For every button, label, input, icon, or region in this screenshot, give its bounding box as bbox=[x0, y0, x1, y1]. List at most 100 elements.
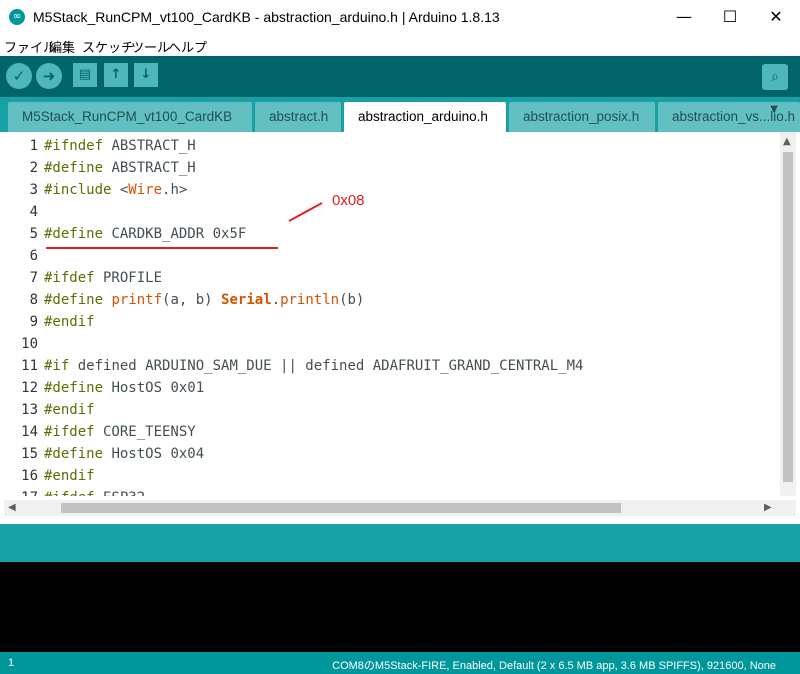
upload-button[interactable]: ➜ bbox=[36, 63, 62, 89]
code-token: defined ARDUINO_SAM_DUE || defined ADAFR… bbox=[69, 358, 584, 374]
code-token: ABSTRACT_H bbox=[103, 138, 196, 154]
code-token: #ifndef bbox=[44, 138, 104, 154]
maximize-button[interactable]: ☐ bbox=[707, 0, 753, 34]
menu-edit[interactable]: 編集 bbox=[49, 37, 75, 56]
code-token: ESP32 bbox=[95, 490, 145, 496]
title-bar: ∞ M5Stack_RunCPM_vt100_CardKB - abstract… bbox=[0, 0, 800, 34]
line-number: 6 bbox=[29, 248, 38, 264]
line-number: 10 bbox=[21, 336, 38, 352]
code-token: println bbox=[280, 292, 340, 308]
line-number: 14 bbox=[21, 424, 38, 440]
line-number: 7 bbox=[29, 270, 38, 286]
minimize-button[interactable]: — bbox=[661, 0, 707, 34]
code-token: (a, b) bbox=[162, 292, 222, 308]
board-info: COM8のM5Stack-FIRE, Enabled, Default (2 x… bbox=[332, 660, 776, 672]
code-token: #define bbox=[44, 292, 104, 308]
code-line[interactable]: #define HostOS 0x04 bbox=[44, 443, 204, 465]
code-line[interactable]: #ifdef PROFILE bbox=[44, 267, 162, 289]
tab-abstraction-vstudio-h[interactable]: abstraction_vs...lio.h bbox=[658, 102, 800, 132]
horizontal-scroll-thumb[interactable] bbox=[61, 503, 621, 513]
code-line[interactable]: #ifndef ABSTRACT_H bbox=[44, 135, 196, 157]
code-token: #define bbox=[44, 226, 104, 242]
code-line[interactable]: #endif bbox=[44, 399, 95, 421]
window-title: M5Stack_RunCPM_vt100_CardKB - abstractio… bbox=[33, 9, 500, 25]
code-token: HostOS 0x01 bbox=[103, 380, 205, 396]
code-token: .h> bbox=[162, 182, 188, 198]
code-token: < bbox=[111, 182, 129, 198]
code-line[interactable]: #ifdef ESP32 bbox=[44, 487, 145, 496]
line-number: 8 bbox=[29, 292, 38, 308]
open-sketch-button[interactable]: ↑ bbox=[104, 63, 128, 87]
code-token: #ifdef bbox=[44, 490, 95, 496]
console-output bbox=[0, 562, 800, 652]
scroll-right-icon[interactable]: ▶ bbox=[764, 502, 772, 513]
arduino-logo-icon: ∞ bbox=[9, 9, 25, 25]
menu-tools[interactable]: ツール bbox=[131, 37, 170, 56]
tab-sketch-main[interactable]: M5Stack_RunCPM_vt100_CardKB bbox=[8, 102, 252, 132]
code-token: #define bbox=[44, 160, 104, 176]
code-token: #include bbox=[44, 182, 112, 198]
message-area bbox=[0, 524, 800, 562]
code-line[interactable]: #define ABSTRACT_H bbox=[44, 157, 196, 179]
line-number: 3 bbox=[29, 182, 38, 198]
line-number: 16 bbox=[21, 468, 38, 484]
line-number: 5 bbox=[29, 226, 38, 242]
line-number: 15 bbox=[21, 446, 38, 462]
code-token: CARDKB_ADDR 0x5F bbox=[103, 226, 247, 242]
code-token: #if bbox=[44, 358, 70, 374]
tab-abstraction-posix-h[interactable]: abstraction_posix.h bbox=[509, 102, 655, 132]
code-line[interactable]: #endif bbox=[44, 311, 95, 333]
code-line[interactable]: #define CARDKB_ADDR 0x5F bbox=[44, 223, 246, 245]
code-token: . bbox=[271, 292, 281, 308]
tab-bar: M5Stack_RunCPM_vt100_CardKB abstract.h a… bbox=[0, 97, 800, 132]
code-token: CORE_TEENSY bbox=[94, 424, 196, 440]
toolbar: ✓ ➜ ▤ ↑ ↓ ⌕ bbox=[0, 56, 800, 97]
line-number: 4 bbox=[29, 204, 38, 220]
vertical-scrollbar[interactable]: ▲ bbox=[780, 132, 796, 496]
scroll-up-icon[interactable]: ▲ bbox=[783, 136, 791, 147]
current-line-number: 1 bbox=[8, 657, 15, 669]
menu-sketch[interactable]: スケッチ bbox=[82, 37, 134, 56]
code-token: printf bbox=[111, 292, 163, 308]
menu-bar: ファイル 編集 スケッチ ツール ヘルプ bbox=[0, 34, 800, 56]
menu-help[interactable]: ヘルプ bbox=[168, 37, 207, 56]
code-token: #define bbox=[44, 380, 104, 396]
line-number-gutter: 1234567891011121314151617 bbox=[4, 132, 38, 496]
code-token: ABSTRACT_H bbox=[103, 160, 196, 176]
scroll-left-icon[interactable]: ◀ bbox=[8, 502, 16, 513]
scrollbar-corner bbox=[780, 500, 796, 516]
line-number: 11 bbox=[21, 358, 38, 374]
status-bar: 1 COM8のM5Stack-FIRE, Enabled, Default (2… bbox=[0, 652, 800, 674]
editor-bottom-margin bbox=[0, 516, 800, 524]
new-sketch-button[interactable]: ▤ bbox=[73, 63, 97, 87]
code-token: #define bbox=[44, 446, 104, 462]
code-line[interactable]: #endif bbox=[44, 465, 95, 487]
code-token: Wire bbox=[128, 182, 163, 198]
code-line[interactable]: #define HostOS 0x01 bbox=[44, 377, 204, 399]
tab-abstract-h[interactable]: abstract.h bbox=[255, 102, 341, 132]
code-line[interactable]: #include <Wire.h> bbox=[44, 179, 187, 201]
code-token: #ifdef bbox=[44, 270, 95, 286]
verify-button[interactable]: ✓ bbox=[6, 63, 32, 89]
line-number: 2 bbox=[29, 160, 38, 176]
vertical-scroll-thumb[interactable] bbox=[783, 152, 793, 482]
code-line[interactable]: #ifdef CORE_TEENSY bbox=[44, 421, 196, 443]
code-token: #endif bbox=[44, 402, 95, 418]
code-line[interactable]: #define printf(a, b) Serial.println(b) bbox=[44, 289, 364, 311]
horizontal-scrollbar[interactable]: ◀ ▶ bbox=[4, 500, 780, 516]
close-button[interactable]: ✕ bbox=[753, 0, 799, 34]
annotation-label: 0x08 bbox=[332, 192, 365, 209]
tab-abstraction-arduino-h[interactable]: abstraction_arduino.h bbox=[344, 102, 506, 132]
line-number: 9 bbox=[29, 314, 38, 330]
tab-menu-icon[interactable]: ▼ bbox=[770, 104, 778, 115]
code-token: #endif bbox=[44, 314, 95, 330]
save-sketch-button[interactable]: ↓ bbox=[134, 63, 158, 87]
code-editor[interactable]: 1234567891011121314151617 #ifndef ABSTRA… bbox=[4, 132, 796, 496]
line-number: 17 bbox=[4, 487, 38, 496]
serial-monitor-button[interactable]: ⌕ bbox=[762, 64, 788, 90]
code-line[interactable]: #if defined ARDUINO_SAM_DUE || defined A… bbox=[44, 355, 583, 377]
code-token: Serial bbox=[221, 292, 272, 308]
code-token: #endif bbox=[44, 468, 95, 484]
line-number: 13 bbox=[21, 402, 38, 418]
line-number: 1 bbox=[29, 138, 38, 154]
